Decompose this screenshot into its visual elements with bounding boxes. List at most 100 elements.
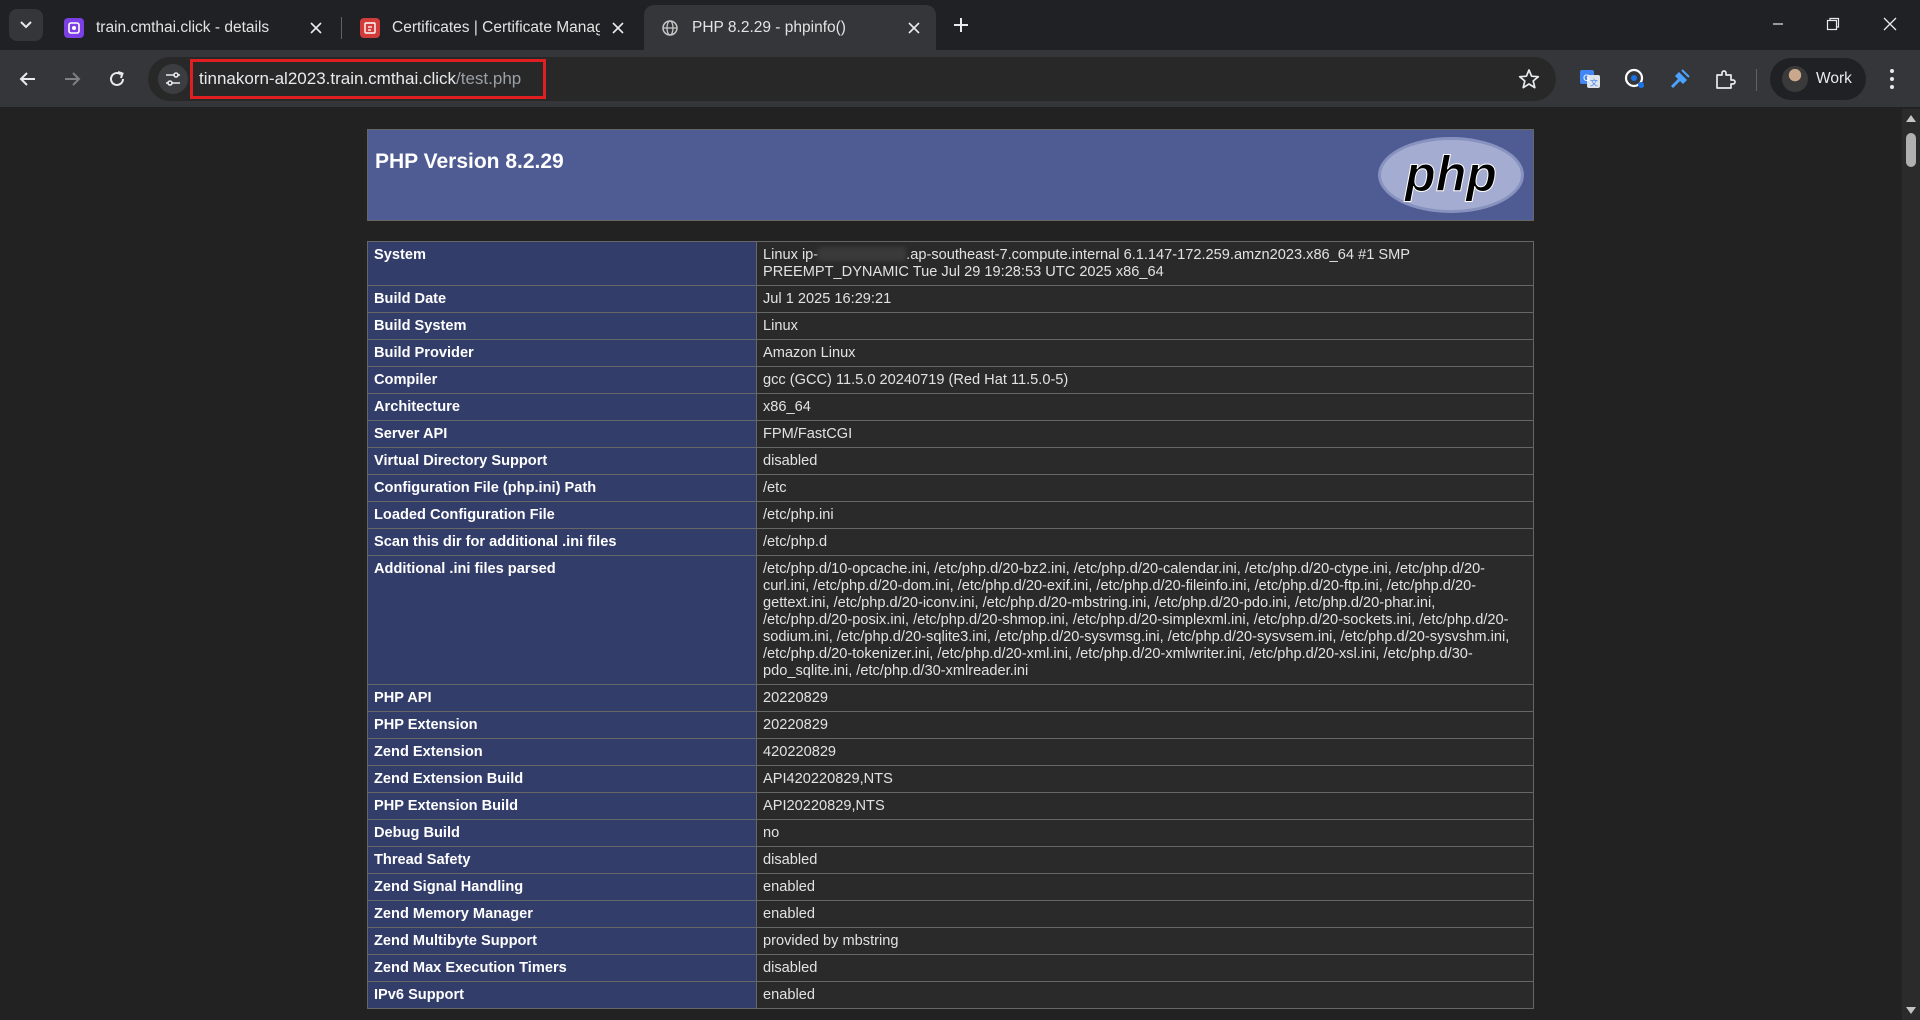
row-value: Linux ip- .ap-southeast-7.compute.interna… [756, 241, 1534, 286]
password-manager-extension-icon[interactable] [1621, 65, 1649, 93]
close-icon [1883, 17, 1897, 31]
row-value: 20220829 [756, 711, 1534, 739]
forward-button[interactable] [54, 61, 90, 97]
reload-button[interactable] [99, 61, 135, 97]
url-path: /test.php [456, 69, 522, 88]
tab-phpinfo[interactable]: PHP 8.2.29 - phpinfo() [644, 5, 936, 50]
browser-menu-icon[interactable] [1880, 67, 1904, 91]
page-viewport: PHP Version 8.2.29 php System Linux ip- .a… [0, 109, 1902, 1020]
redacted-ip [818, 247, 907, 261]
row-value: Linux [756, 312, 1534, 340]
row-key: PHP Extension [367, 711, 757, 739]
site-info-button[interactable] [158, 64, 188, 94]
table-row: Zend Extension Build API420220829,NTS [367, 765, 1534, 793]
close-window-button[interactable] [1866, 6, 1914, 42]
arrow-left-icon [19, 72, 35, 86]
table-row: PHP Extension Build API20220829,NTS [367, 792, 1534, 820]
row-value: 420220829 [756, 738, 1534, 766]
translate-extension-icon[interactable]: G文 [1576, 65, 1604, 93]
bookmark-star-icon[interactable] [1518, 68, 1540, 90]
row-value: API420220829,NTS [756, 765, 1534, 793]
url-text[interactable]: tinnakorn-al2023.train.cmthai.click/test… [190, 59, 546, 99]
avatar [1782, 66, 1808, 92]
table-row: Zend Max Execution Timers disabled [367, 954, 1534, 982]
restore-button[interactable] [1809, 6, 1857, 42]
row-key: Zend Memory Manager [367, 900, 757, 928]
table-row: Loaded Configuration File/etc/php.ini [367, 501, 1534, 529]
table-row: Architecture x86_64 [367, 393, 1534, 421]
table-row: Zend Extension 420220829 [367, 738, 1534, 766]
certificate-manager-icon [360, 17, 380, 38]
minimize-button[interactable] [1754, 6, 1802, 42]
php-version-title: PHP Version 8.2.29 [375, 150, 564, 173]
row-value: enabled [756, 900, 1534, 928]
tab-certificates[interactable]: Certificates | Certificate Manager [344, 5, 640, 50]
php-logo[interactable]: php [1375, 134, 1527, 216]
scroll-up-arrow[interactable] [1906, 115, 1916, 122]
back-button[interactable] [10, 61, 46, 97]
row-value: Amazon Linux [756, 339, 1534, 367]
table-row: Virtual Directory Support disabled [367, 447, 1534, 475]
tab-title: Certificates | Certificate Manager [392, 18, 600, 36]
scroll-down-arrow[interactable] [1906, 1007, 1916, 1014]
close-tab-icon[interactable] [606, 16, 630, 40]
address-bar[interactable]: tinnakorn-al2023.train.cmthai.click/test… [148, 57, 1556, 101]
row-key: Compiler [367, 366, 757, 394]
scroll-thumb[interactable] [1906, 133, 1916, 167]
close-tab-icon[interactable] [304, 16, 328, 40]
row-key: Zend Max Execution Timers [367, 954, 757, 982]
tab-train-details[interactable]: train.cmthai.click - details [48, 5, 338, 50]
row-key: Build Provider [367, 339, 757, 367]
row-key: PHP Extension Build [367, 792, 757, 820]
tab-strip: train.cmthai.click - details Certificate… [0, 0, 1920, 50]
row-key: PHP API [367, 684, 757, 712]
row-key: Build System [367, 312, 757, 340]
tab-search-button[interactable] [9, 9, 43, 41]
table-row: Debug Build no [367, 819, 1534, 847]
row-value: disabled [756, 447, 1534, 475]
dev-tools-extension-icon[interactable] [1666, 65, 1694, 93]
row-key: Scan this dir for additional .ini files [367, 528, 757, 556]
row-value: /etc/php.d/10-opcache.ini, /etc/php.d/20… [756, 555, 1534, 685]
new-tab-button[interactable] [944, 13, 978, 37]
row-value: enabled [756, 873, 1534, 901]
restore-icon [1826, 17, 1840, 31]
page-scrollbar[interactable] [1902, 109, 1920, 1020]
row-key: System [367, 241, 757, 286]
table-row: Thread Safety disabled [367, 846, 1534, 874]
table-row: Compiler gcc (GCC) 11.5.0 20240719 (Red H… [367, 366, 1534, 394]
row-key: Zend Extension Build [367, 765, 757, 793]
row-key: Loaded Configuration File [367, 501, 757, 529]
row-key: Thread Safety [367, 846, 757, 874]
php-logo-text: php [1403, 146, 1497, 202]
row-value: /etc [756, 474, 1534, 502]
tab-separator [341, 17, 342, 39]
arrow-right-icon [65, 72, 81, 86]
row-key: Debug Build [367, 819, 757, 847]
row-key: Additional .ini files parsed [367, 555, 757, 685]
purple-app-icon [64, 17, 84, 38]
row-value: Jul 1 2025 16:29:21 [756, 285, 1534, 313]
row-key: Build Date [367, 285, 757, 313]
close-tab-icon[interactable] [902, 16, 926, 40]
table-row: Configuration File (php.ini) Path/etc [367, 474, 1534, 502]
globe-icon [660, 18, 680, 38]
row-value: FPM/FastCGI [756, 420, 1534, 448]
profile-button[interactable]: Work [1770, 58, 1866, 100]
table-row: Build Provider Amazon Linux [367, 339, 1534, 367]
table-row: PHP API 20220829 [367, 684, 1534, 712]
row-value: disabled [756, 846, 1534, 874]
extensions-puzzle-icon[interactable] [1711, 65, 1739, 93]
php-info-table: System Linux ip- .ap-southeast-7.compute.i… [367, 241, 1534, 1009]
svg-text:文: 文 [1590, 78, 1598, 88]
row-value: API20220829,NTS [756, 792, 1534, 820]
row-value: 20220829 [756, 684, 1534, 712]
row-value: provided by mbstring [756, 927, 1534, 955]
toolbar-divider [1756, 69, 1757, 91]
browser-toolbar: tinnakorn-al2023.train.cmthai.click/test… [0, 50, 1920, 108]
row-key: Zend Signal Handling [367, 873, 757, 901]
url-host: tinnakorn-al2023.train.cmthai.click [199, 69, 457, 88]
row-value: enabled [756, 981, 1534, 1009]
row-value: no [756, 819, 1534, 847]
plus-icon [954, 18, 968, 32]
